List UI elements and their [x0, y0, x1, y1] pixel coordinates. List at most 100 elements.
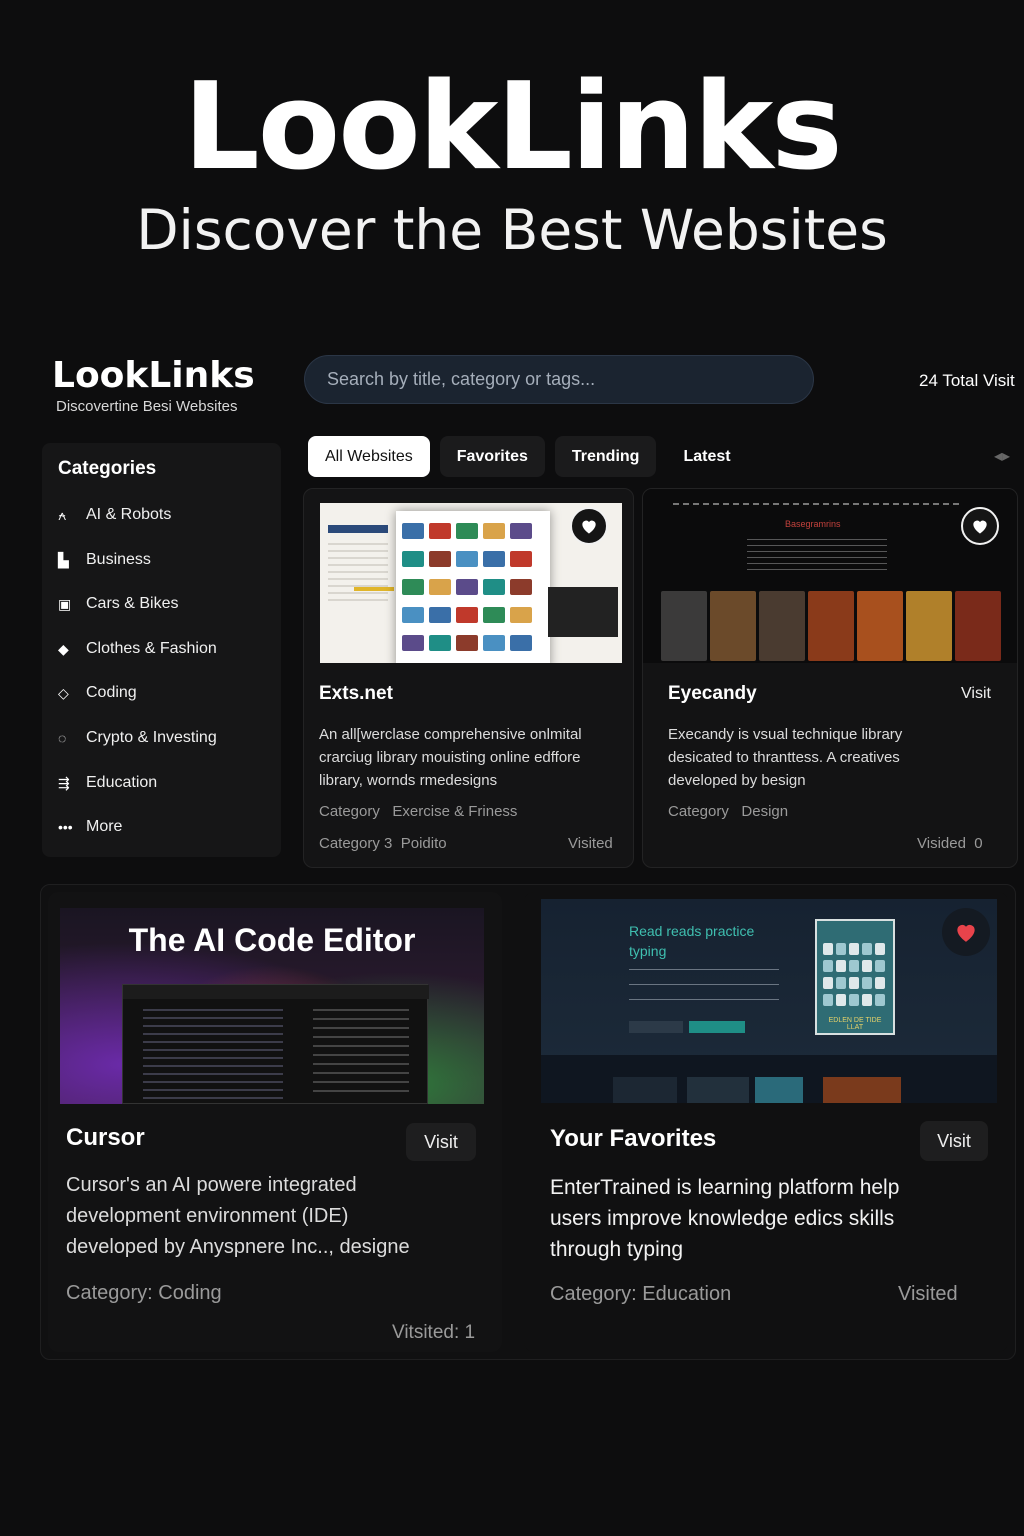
thumb-tile [849, 960, 859, 972]
hero-subtitle: Discover the Best Websites [136, 198, 888, 262]
sidebar-item-more[interactable]: ••• More [58, 818, 122, 836]
hero-title: LookLinks [183, 58, 842, 197]
card-thumbnail: The AI Code Editor [60, 908, 484, 1104]
sidebar-item-label: Cars & Bikes [86, 595, 179, 612]
website-card-cursor[interactable]: The AI Code Editor Cursor Visit Cursor's… [48, 892, 502, 1352]
thumb-tile [429, 579, 451, 595]
thumb-tile [483, 551, 505, 567]
sidebar-item-education[interactable]: ⇶ Education [58, 774, 157, 792]
thumb-tile [510, 551, 532, 567]
visit-button[interactable]: Visit [920, 1121, 988, 1161]
category-label: Category [668, 803, 729, 820]
favorite-button[interactable] [961, 507, 999, 545]
more-icon: ••• [58, 819, 73, 835]
tabs-scroll-icon[interactable]: ◂▸ [994, 446, 1010, 466]
thumb-tile [661, 591, 707, 661]
tab-all-websites[interactable]: All Websites [308, 436, 430, 477]
website-card-eyecandy[interactable]: Basegramrins Eyecandy Visit Execandy is … [642, 488, 1018, 868]
thumb-tile [862, 943, 872, 955]
category-value: Exercise & Friness [392, 803, 518, 820]
card-title[interactable]: Exts.net [319, 683, 393, 705]
tab-trending[interactable]: Trending [554, 436, 657, 477]
graduation-icon: ⇶ [58, 774, 70, 791]
thumb-tile [483, 579, 505, 595]
card-description: An all[werclase comprehensive onlmital c… [319, 726, 582, 789]
thumb-tile [862, 960, 872, 972]
sidebar-item-crypto-investing[interactable]: ◌ Crypto & Investing [58, 729, 217, 747]
thumb-tile [510, 607, 532, 623]
thumb-tile [836, 994, 846, 1006]
card-thumbnail: Read reads practice typing EDLEN DE TIDE… [541, 899, 997, 1103]
visited-count: 0 [974, 835, 983, 852]
thumb-tile [510, 523, 532, 539]
visited-status: Visited [898, 1283, 958, 1305]
card-category-row: Category Exercise & Friness [319, 803, 517, 820]
card-description: Cursor's an AI powere integrated develop… [66, 1174, 410, 1258]
thumb-tile [429, 607, 451, 623]
category-label: Category 3 [319, 835, 393, 852]
search-bar[interactable] [304, 355, 814, 404]
thumb-tile [823, 977, 833, 989]
visited-status: Visited [568, 835, 613, 852]
thumb-tile [836, 977, 846, 989]
thumb-tile [402, 523, 424, 539]
card-title[interactable]: Your Favorites [550, 1125, 716, 1153]
sidebar-item-coding[interactable]: ◇ Coding [58, 684, 137, 702]
sidebar-item-label: More [86, 818, 123, 835]
sidebar-item-cars-bikes[interactable]: ▣ Cars & Bikes [58, 595, 178, 613]
thumb-tile [429, 551, 451, 567]
website-card-exts[interactable]: Exts.net An all[werclase comprehensive o… [303, 488, 634, 868]
card-title[interactable]: Eyecandy [668, 683, 757, 705]
thumb-tile [849, 943, 859, 955]
visited-status: Visided 0 [917, 835, 983, 852]
sidebar-item-label: Clothes & Fashion [86, 640, 217, 657]
thumb-tile [402, 635, 424, 651]
thumb-heading: Basegramrins [785, 519, 841, 529]
tab-latest[interactable]: Latest [666, 436, 747, 477]
thumb-tile [710, 591, 756, 661]
thumb-tile [849, 977, 859, 989]
thumb-tile [862, 977, 872, 989]
category-value: Poidito [400, 835, 447, 852]
thumb-tile [510, 635, 532, 651]
card-category-row-2: Category 3 Poidito [319, 835, 447, 852]
thumb-heading: Read reads practice typing [629, 923, 755, 959]
coin-icon: ◌ [58, 730, 67, 746]
search-input[interactable] [327, 369, 813, 390]
visited-count: Vitsited: 1 [392, 1322, 476, 1343]
card-category: Category: Education [550, 1283, 732, 1305]
sidebar-item-business[interactable]: ▙ Business [58, 551, 151, 569]
thumb-tile [759, 591, 805, 661]
card-title[interactable]: Cursor [66, 1124, 145, 1152]
tab-favorites[interactable]: Favorites [439, 436, 545, 477]
visit-button[interactable]: Visit [951, 677, 1001, 711]
thumb-tile [456, 607, 478, 623]
visit-button[interactable]: Visit [406, 1123, 476, 1161]
thumb-tile [823, 960, 833, 972]
heart-icon [973, 520, 987, 534]
card-description: Execandy is vsual technique library desi… [668, 726, 903, 789]
thumb-title: The AI Code Editor [128, 922, 416, 958]
thumb-tile [456, 579, 478, 595]
website-card-favorites[interactable]: Read reads practice typing EDLEN DE TIDE… [524, 892, 1008, 1352]
sidebar-item-clothes-fashion[interactable]: ◆ Clothes & Fashion [58, 640, 217, 658]
thumb-tile [862, 994, 872, 1006]
brand-logo[interactable]: LookLinks [52, 358, 255, 394]
thumb-tile [808, 591, 854, 661]
thumb-tile [836, 943, 846, 955]
thumb-tile [906, 591, 952, 661]
thumb-tile [836, 960, 846, 972]
thumb-tile [402, 607, 424, 623]
favorite-button[interactable] [570, 507, 608, 545]
thumb-tile [875, 943, 885, 955]
thumb-tile [510, 579, 532, 595]
sidebar-item-label: Coding [86, 684, 137, 701]
visited-label: Visided [917, 835, 966, 852]
thumb-tile [857, 591, 903, 661]
sidebar-item-ai-robots[interactable]: ⍲ AI & Robots [58, 506, 171, 524]
thumb-tile [402, 579, 424, 595]
thumb-tile [456, 551, 478, 567]
thumb-tile [456, 523, 478, 539]
favorite-button[interactable] [942, 908, 990, 956]
thumb-tile [483, 635, 505, 651]
